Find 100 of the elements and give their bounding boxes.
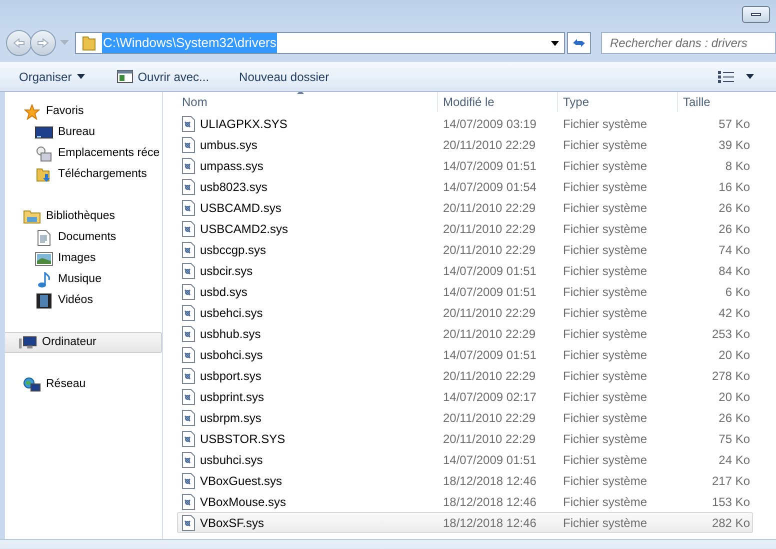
system-file-icon xyxy=(182,284,195,300)
table-cell-text: Fichier système xyxy=(562,388,648,406)
search-field[interactable]: Rechercher dans : drivers xyxy=(601,32,776,54)
nav-item[interactable]: Favoris xyxy=(5,101,162,122)
nav-item[interactable]: Musique xyxy=(5,269,162,290)
file-name: USBCAMD2.sys xyxy=(200,220,288,238)
file-row[interactable]: usbd.sys 14/07/2009 01:51 Fichier système 6 Ko xyxy=(177,281,753,302)
file-row[interactable]: USBCAMD2.sys 20/11/2010 22:29 Fichier système 26 Ko xyxy=(177,218,753,239)
table-cell-text: 75 Ko xyxy=(718,430,750,448)
nav-item[interactable]: Téléchargements xyxy=(5,164,162,185)
table-cell-text: 57 Ko xyxy=(718,116,750,132)
file-row[interactable]: usbehci.sys 20/11/2010 22:29 Fichier système 42 Ko xyxy=(177,302,753,323)
music-note-icon xyxy=(37,272,51,288)
nav-item[interactable]: Bureau xyxy=(5,122,162,143)
file-name: usbport.sys xyxy=(200,368,262,384)
table-cell-text: Fichier système xyxy=(562,430,648,448)
film-icon xyxy=(36,292,52,308)
toolbar-button[interactable]: Ouvrir avec... xyxy=(112,64,214,88)
nav-item[interactable]: Vidéos xyxy=(5,290,162,311)
column-header[interactable]: Taille xyxy=(677,92,755,112)
nav-item[interactable]: Réseau xyxy=(5,374,162,395)
file-name: USBCAMD.sys xyxy=(200,200,282,216)
system-file-icon xyxy=(182,346,195,362)
table-cell-text: Fichier système xyxy=(562,178,648,196)
table-cell-text: Fichier système xyxy=(562,200,648,216)
file-name: USBSTOR.SYS xyxy=(200,430,286,448)
file-name: usbehci.sys xyxy=(200,304,263,322)
system-file-icon xyxy=(182,178,195,194)
file-name: VBoxGuest.sys xyxy=(200,472,282,490)
table-cell-text: Fichier système xyxy=(562,368,648,384)
file-row[interactable]: VBoxMouse.sys 18/12/2018 12:46 Fichier système 153 Ko xyxy=(177,491,753,512)
view-dropdown-icon[interactable] xyxy=(746,74,754,79)
table-cell-text: Fichier système xyxy=(562,494,648,510)
table-cell-text: 24 Ko xyxy=(718,452,750,468)
file-row[interactable]: usbccgp.sys 20/11/2010 22:29 Fichier système 74 Ko xyxy=(177,239,753,260)
table-cell-text: 153 Ko xyxy=(710,494,750,510)
file-row[interactable]: usb8023.sys 14/07/2009 01:54 Fichier système 16 Ko xyxy=(177,176,753,197)
table-cell-text: 14/07/2009 01:51 xyxy=(442,452,538,468)
globe-computer-icon xyxy=(23,376,41,392)
file-row[interactable]: umpass.sys 14/07/2009 01:51 Fichier système 8 Ko xyxy=(177,155,753,176)
table-cell-text: 253 Ko xyxy=(710,326,750,342)
column-header[interactable]: Nom xyxy=(177,92,437,112)
table-cell-text: 278 Ko xyxy=(710,368,750,384)
dropdown-arrow-icon[interactable] xyxy=(551,40,559,46)
table-cell-text: 18/12/2018 12:46 xyxy=(442,494,538,510)
file-name: usbcir.sys xyxy=(200,262,253,280)
file-row[interactable]: usbrpm.sys 20/11/2010 22:29 Fichier système 26 Ko xyxy=(177,407,753,428)
file-row[interactable]: usbcir.sys 14/07/2009 01:51 Fichier système 84 Ko xyxy=(177,260,753,281)
caret-icon xyxy=(76,74,85,79)
file-name: umpass.sys xyxy=(200,158,264,174)
table-cell-text: 282 Ko xyxy=(710,514,750,532)
nav-item[interactable]: Ordinateur xyxy=(5,332,162,353)
table-cell-text: Fichier système xyxy=(562,284,648,300)
table-cell-text: 14/07/2009 01:51 xyxy=(442,346,538,364)
table-cell-text: 20/11/2010 22:29 xyxy=(442,242,537,258)
file-row[interactable]: usbport.sys 20/11/2010 22:29 Fichier système 278 Ko xyxy=(177,365,753,386)
file-row[interactable]: USBSTOR.SYS 20/11/2010 22:29 Fichier système 75 Ko xyxy=(177,428,753,449)
file-row[interactable]: VBoxGuest.sys 18/12/2018 12:46 Fichier système 217 Ko xyxy=(177,470,753,491)
refresh-button[interactable] xyxy=(567,32,591,54)
system-file-icon xyxy=(182,452,195,468)
nav-item[interactable]: Emplacements réce xyxy=(5,143,162,164)
table-cell-text: Fichier système xyxy=(562,514,648,532)
nav-item[interactable]: Images xyxy=(5,248,162,269)
nav-item[interactable]: Bibliothèques xyxy=(5,206,162,227)
file-name: VBoxSF.sys xyxy=(200,514,264,532)
system-file-icon xyxy=(182,514,195,530)
table-cell-text: 26 Ko xyxy=(718,410,750,426)
file-row[interactable]: umbus.sys 20/11/2010 22:29 Fichier système 39 Ko xyxy=(177,134,753,155)
system-file-icon xyxy=(182,158,195,174)
system-file-icon xyxy=(182,368,195,384)
file-row[interactable]: ULIAGPKX.SYS 14/07/2009 03:19 Fichier système 57 Ko xyxy=(177,113,753,134)
document-icon xyxy=(37,230,51,246)
table-cell-text: Fichier système xyxy=(562,242,648,258)
file-row[interactable]: usbhub.sys 20/11/2010 22:29 Fichier système 253 Ko xyxy=(177,323,753,344)
toolbar-button[interactable]: Organiser xyxy=(14,64,90,88)
forward-button[interactable] xyxy=(30,30,56,56)
table-cell-text: 20/11/2010 22:29 xyxy=(442,410,537,426)
table-cell-text: 20/11/2010 22:29 xyxy=(442,368,537,384)
monitor-icon xyxy=(35,126,53,140)
window-icon xyxy=(116,70,133,83)
file-row[interactable]: usbuhci.sys 14/07/2009 01:51 Fichier système 24 Ko xyxy=(177,449,753,470)
file-name: VBoxMouse.sys xyxy=(200,494,286,510)
system-file-icon xyxy=(182,472,195,488)
column-header[interactable]: Type xyxy=(557,92,677,112)
file-row[interactable]: VBoxSF.sys 18/12/2018 12:46 Fichier système 282 Ko xyxy=(177,512,753,533)
minimize-button[interactable] xyxy=(742,6,770,23)
file-row[interactable]: USBCAMD.sys 20/11/2010 22:29 Fichier système 26 Ko xyxy=(177,197,753,218)
table-cell-text: 26 Ko xyxy=(718,220,750,238)
nav-item[interactable]: Documents xyxy=(5,227,162,248)
table-cell-text: Fichier système xyxy=(562,472,648,490)
toolbar-button[interactable]: Nouveau dossier xyxy=(234,64,334,88)
file-name: usbuhci.sys xyxy=(200,452,263,468)
file-row[interactable]: usbohci.sys 14/07/2009 01:51 Fichier système 20 Ko xyxy=(177,344,753,365)
back-button[interactable] xyxy=(6,30,32,56)
system-file-icon xyxy=(182,262,195,278)
file-row[interactable]: usbprint.sys 14/07/2009 02:17 Fichier système 20 Ko xyxy=(177,386,753,407)
view-options-icon[interactable] xyxy=(718,70,734,82)
column-header[interactable]: Modifié le xyxy=(437,92,557,112)
table-cell-text: 14/07/2009 01:51 xyxy=(442,284,538,300)
table-cell-text: 20/11/2010 22:29 xyxy=(442,200,537,216)
